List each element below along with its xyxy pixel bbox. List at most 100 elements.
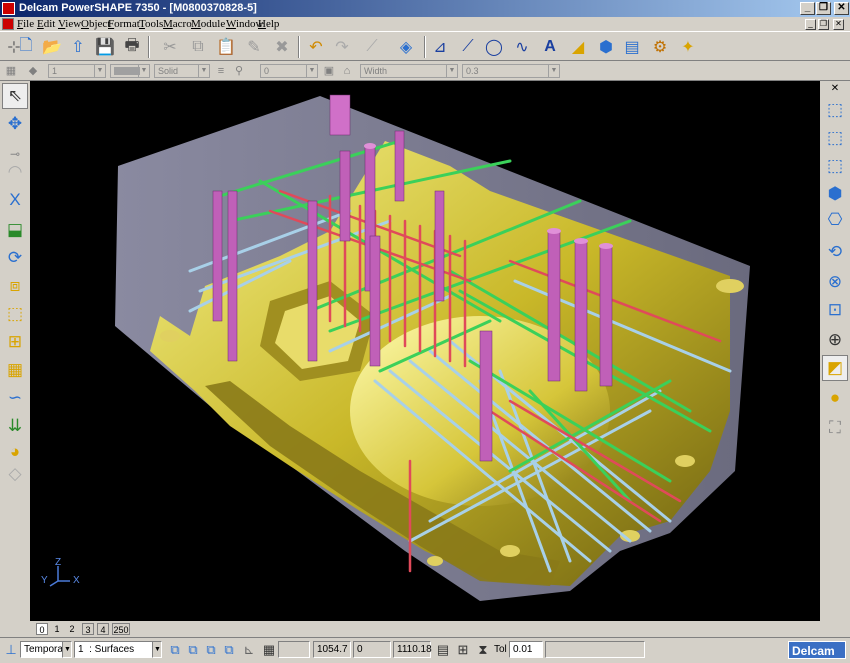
offset-icon[interactable]: ⊞ <box>2 329 28 355</box>
view-tab-4[interactable]: 4 <box>97 623 109 635</box>
curve-button[interactable]: ∿ <box>510 35 534 59</box>
z-coordinate[interactable]: 1110.18 <box>393 641 432 658</box>
workplane-icon[interactable]: ⊥ <box>2 641 20 659</box>
menu-file[interactable]: File <box>17 18 34 30</box>
material-icon[interactable]: ▣ <box>322 64 336 78</box>
text-button[interactable]: A <box>538 35 562 59</box>
edit-button[interactable]: ✎ <box>242 35 266 59</box>
colour-combo[interactable]: ▼ <box>110 64 150 78</box>
restore-button[interactable]: ❐ <box>816 2 831 15</box>
doc-close-button[interactable]: ✕ <box>833 19 844 30</box>
view-tab-250[interactable]: 250 <box>112 623 130 635</box>
view-iso3-icon[interactable]: ⬚ <box>822 153 848 179</box>
print-button[interactable]: 🖶 <box>120 35 144 59</box>
menu-object[interactable]: Object <box>81 18 110 30</box>
menu-tools[interactable]: Tools <box>139 18 163 30</box>
new-file-button[interactable]: 🗋 <box>14 35 38 59</box>
view-iso1-icon[interactable]: ⬚ <box>822 97 848 123</box>
open-file-button[interactable]: 📂 <box>40 35 64 59</box>
paint-icon[interactable]: ⌂ <box>340 64 354 78</box>
scale-icon[interactable]: ⬚ <box>2 301 28 327</box>
absolute-icon[interactable]: ⊞ <box>454 641 472 659</box>
view-tab-2[interactable]: 2 <box>66 623 78 635</box>
quick-select-icon[interactable]: ⧉ <box>202 641 220 659</box>
smart-pick-icon[interactable]: ⧉ <box>184 641 202 659</box>
project-icon[interactable]: ⇊ <box>2 413 28 439</box>
wireframe-icon[interactable]: ⊕ <box>822 327 848 353</box>
grid-icon[interactable]: ▦ <box>260 641 278 659</box>
menu-format[interactable]: Format <box>108 18 140 30</box>
move-icon[interactable]: ⬓ <box>2 217 28 243</box>
x-coordinate[interactable]: 1054.7 <box>313 641 351 658</box>
close-button[interactable]: ✕ <box>834 2 849 15</box>
graphics-viewport[interactable]: Z Y X <box>30 81 820 621</box>
doc-restore-button[interactable]: ❐ <box>818 19 829 30</box>
undo-button[interactable]: ↶ <box>304 35 328 59</box>
shading-button[interactable]: ◈ <box>394 35 418 59</box>
cut-button[interactable]: ✂ <box>158 35 182 59</box>
save-button[interactable]: 💾 <box>93 35 117 59</box>
line-width-icon[interactable]: ≡ <box>214 64 228 78</box>
level-combo[interactable]: 1 ▼ <box>48 64 106 78</box>
clipping-icon[interactable]: ⛶ <box>822 415 848 441</box>
minimize-button[interactable]: _ <box>800 2 815 15</box>
menu-module[interactable]: Module <box>191 18 225 30</box>
redo-button[interactable]: ↷ <box>330 35 354 59</box>
smart-cursor-icon[interactable]: ◠ <box>2 159 28 185</box>
copy-button[interactable]: ⧉ <box>186 35 210 59</box>
view-cube-icon[interactable]: ⬢ <box>822 181 848 207</box>
wizard-button[interactable]: ✦ <box>676 35 700 59</box>
menu-view[interactable]: View <box>58 18 81 30</box>
material-view-icon[interactable]: ● <box>822 385 848 411</box>
pick-icon[interactable]: ⧉ <box>166 641 184 659</box>
feature-button[interactable]: ⚙ <box>648 35 672 59</box>
view-tab-0[interactable]: 0 <box>36 623 48 635</box>
document-icon[interactable] <box>2 18 14 30</box>
level-icon[interactable]: ▦ <box>4 64 18 78</box>
level-dropdown-arrow[interactable]: ▼ <box>152 641 162 658</box>
rotate-view-icon[interactable]: ⟲ <box>822 239 848 265</box>
shaded-view-icon[interactable]: ◩ <box>822 355 848 381</box>
surface-button[interactable]: ◢ <box>566 35 590 59</box>
delete-button[interactable]: ✖ <box>270 35 294 59</box>
calculator-icon[interactable]: ▤ <box>434 641 452 659</box>
dynamic-view-icon[interactable]: ✥ <box>2 111 28 137</box>
tolerance-icon[interactable]: ⧗ <box>474 641 492 659</box>
view-camera-icon[interactable]: ⎔ <box>822 207 848 233</box>
filter-icon[interactable]: ⧉ <box>220 641 238 659</box>
line-button[interactable]: ⟋ <box>456 35 480 59</box>
view-iso2-icon[interactable]: ⬚ <box>822 125 848 151</box>
array-icon[interactable]: ▦ <box>2 357 28 383</box>
menu-help[interactable]: Help <box>258 18 279 30</box>
axis-select-icon[interactable]: Χ <box>2 187 28 213</box>
electrode-button[interactable]: ▤ <box>620 35 644 59</box>
limit-icon[interactable]: ◇ <box>2 461 28 487</box>
line-style-combo[interactable]: Solid ▼ <box>154 64 210 78</box>
view-tab-1[interactable]: 1 <box>51 623 63 635</box>
lightbulb-icon[interactable]: ⚲ <box>232 64 246 78</box>
level-select[interactable]: 1 : Surfaces <box>74 641 162 658</box>
view-tab-3[interactable]: 3 <box>82 623 94 635</box>
menu-macro[interactable]: Macro <box>163 18 192 30</box>
wrap-icon[interactable]: ∽ <box>2 385 28 411</box>
zoom-fit-icon[interactable]: ⊗ <box>822 269 848 295</box>
snap-icon[interactable]: ⊾ <box>240 641 258 659</box>
rotate-icon[interactable]: ⟳ <box>2 245 28 271</box>
zoom-window-icon[interactable]: ⊡ <box>822 297 848 323</box>
selection-button[interactable]: ⟋ <box>360 35 384 59</box>
select-arrow-icon[interactable]: ⇖ <box>2 83 28 109</box>
arc-button[interactable]: ◯ <box>482 35 506 59</box>
mirror-icon[interactable]: ⧈ <box>2 273 28 299</box>
toolbar-close-icon[interactable]: ✕ <box>822 81 848 95</box>
thickness-combo[interactable]: 0.3 ▼ <box>462 64 560 78</box>
width-value-combo[interactable]: 0 ▼ <box>260 64 318 78</box>
colour-icon[interactable]: ◆ <box>26 64 40 78</box>
doc-minimize-button[interactable]: _ <box>805 19 816 30</box>
solid-button[interactable]: ⬢ <box>594 35 618 59</box>
material-combo[interactable]: Width ▼ <box>360 64 458 78</box>
tolerance-value[interactable]: 0.01 <box>509 641 543 658</box>
menu-edit[interactable]: Edit <box>37 18 55 30</box>
workplane-dropdown-arrow[interactable]: ▼ <box>62 641 72 658</box>
app-icon[interactable] <box>2 2 15 15</box>
workplane-button[interactable]: ⊿ <box>428 35 452 59</box>
